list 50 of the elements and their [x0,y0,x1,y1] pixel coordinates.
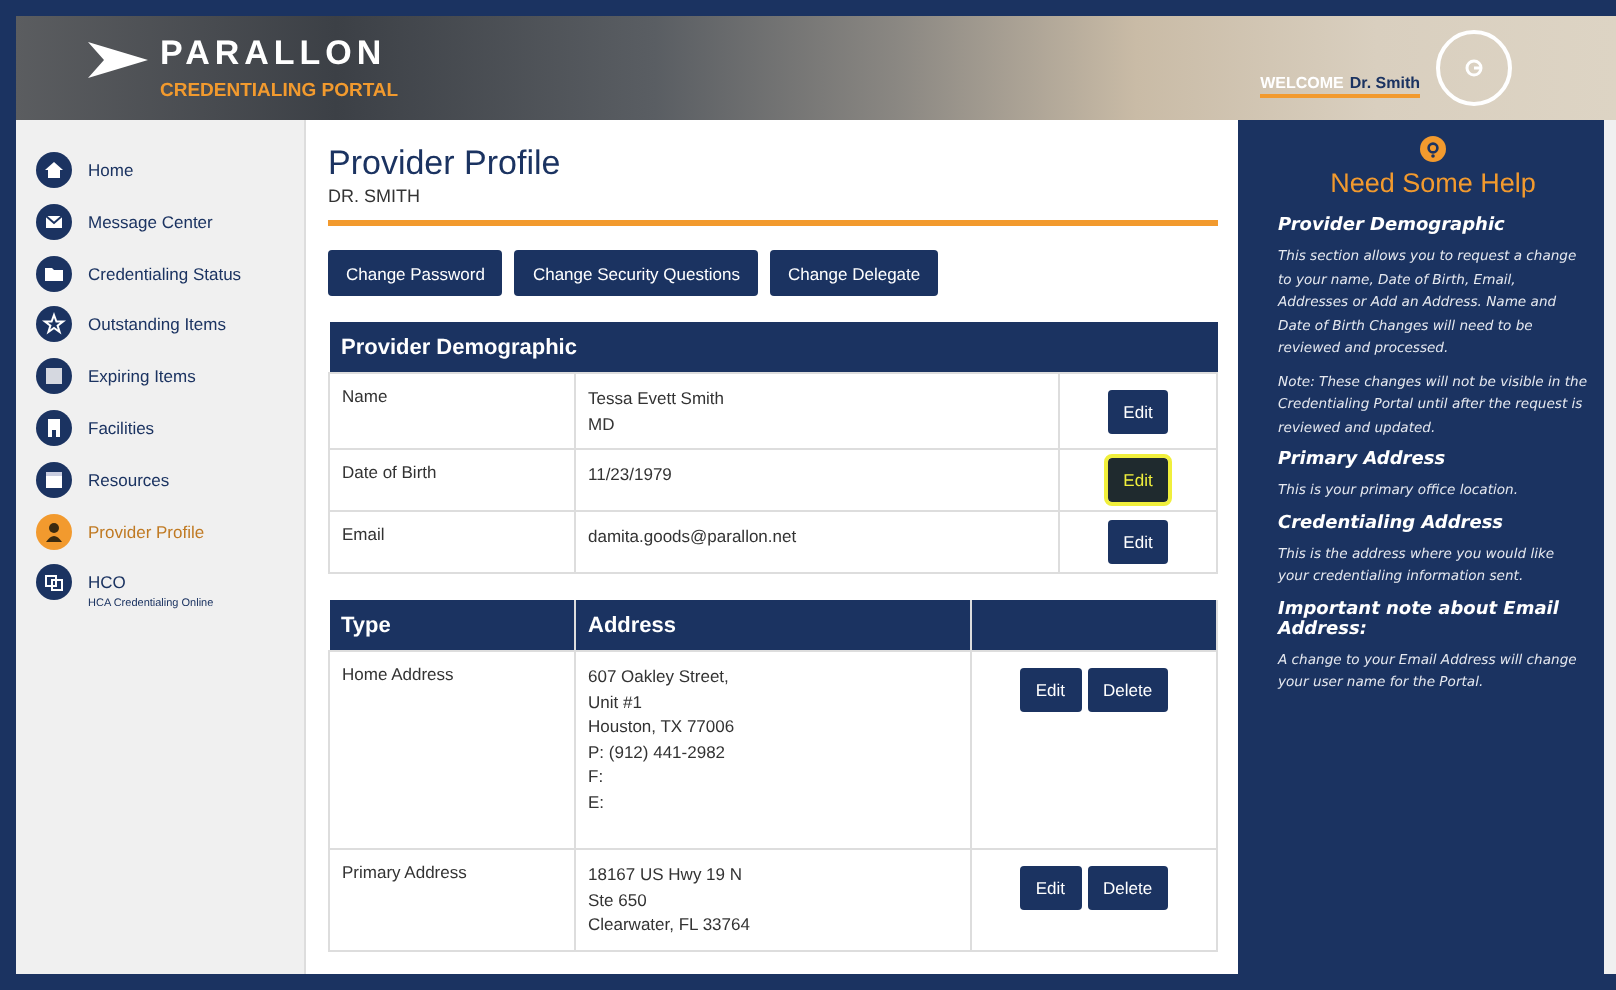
nav-item[interactable]: Credentialing Status [36,255,304,307]
help-title: Need Some Help [1328,168,1538,198]
field-value: damita.goods@parallon.net [588,524,799,549]
page-title: Provider Profile [328,144,563,184]
nav-item[interactable]: Facilities [36,409,304,462]
help-heading: Primary Address [1278,450,1448,470]
person-icon [36,513,72,550]
folder-icon [36,255,72,292]
field-value: 11/23/1979 [588,462,674,487]
logo-text: PARALLON [160,34,389,74]
action-button[interactable]: Change Security Questions [514,250,758,296]
edit-button[interactable]: Edit [1019,668,1082,712]
logout-button[interactable] [1436,30,1512,106]
edit-button[interactable]: Edit [1019,866,1082,910]
user-name: Dr. Smith [1349,74,1420,92]
column-header: Type [329,600,575,651]
help-heading: Provider Demographic [1278,216,1507,236]
nav-item[interactable]: Outstanding Items [36,306,304,359]
column-header: Address [575,600,971,651]
edit-button[interactable]: Edit [1107,520,1169,564]
help-heading: Important note about Email Address: [1278,599,1561,639]
nav-item[interactable]: Expiring Items [36,358,304,410]
address-text: 607 Oakley Street, Unit #1 Houston, TX 77006 P: (912) 441-2982 F: E: [588,664,737,814]
delete-button[interactable]: Delete [1087,866,1169,910]
table-header: Provider Demographic [329,322,1217,373]
address-text: 18167 US Hwy 19 N Ste 650 Clearwater, FL 33764 [588,862,752,937]
nav-item[interactable]: Message Center [36,203,304,256]
delete-button[interactable]: Delete [1087,668,1169,712]
field-label: Date of Birth [342,462,437,482]
action-button[interactable]: Change Password [328,250,503,296]
building-icon [36,409,72,446]
mail-icon [36,203,72,240]
logout-icon [1464,58,1484,78]
page-subtitle: DR. SMITH [328,186,422,206]
edit-button[interactable]: Edit [1107,458,1169,502]
field-label: Email [342,524,385,544]
portal-subtitle: CREDENTIALING PORTAL [160,80,399,102]
nav-item[interactable]: Resources [36,461,304,514]
field-label: Name [342,386,388,406]
welcome-label: WELCOME [1260,74,1344,92]
nav-item[interactable]: Home [36,152,304,204]
help-icon [1420,136,1446,162]
home-icon [36,152,72,188]
edit-button[interactable]: Edit [1107,389,1169,433]
arrow-logo-icon [88,38,148,82]
action-button[interactable]: Change Delegate [769,250,939,296]
field-value: Tessa Evett Smith MD [588,386,727,436]
address-type: Home Address [342,664,454,684]
address-type: Primary Address [342,862,467,882]
help-heading: Credentialing Address [1278,513,1506,533]
